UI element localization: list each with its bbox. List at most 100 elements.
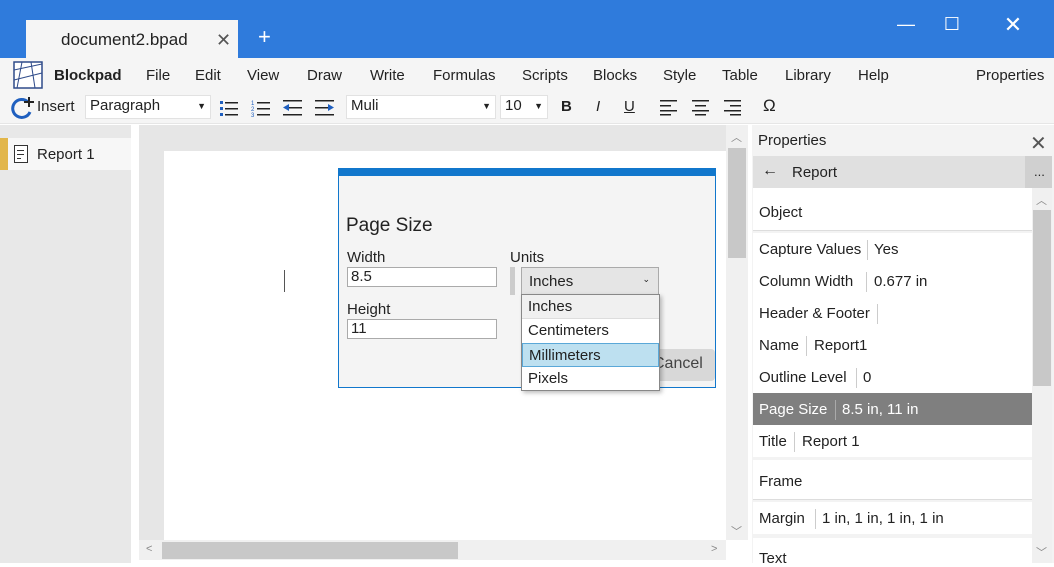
property-row-name[interactable]: Name Report1	[753, 329, 1032, 361]
scroll-right-icon[interactable]: >	[711, 543, 717, 555]
scroll-up-icon[interactable]: ︿	[1036, 192, 1047, 208]
vertical-scroll-thumb[interactable]	[728, 148, 746, 258]
section-object-label: Object	[759, 204, 803, 221]
outline-panel	[0, 125, 131, 563]
text-cursor	[284, 270, 285, 292]
property-row-page-size[interactable]: Page Size 8.5 in, 11 in	[753, 393, 1032, 425]
units-option-millimeters[interactable]: Millimeters	[522, 343, 659, 367]
insert-button[interactable]: Insert	[37, 98, 75, 115]
close-window-icon[interactable]: ✕	[1001, 12, 1025, 38]
units-selected-value: Inches	[529, 273, 574, 290]
units-label: Units	[510, 249, 545, 266]
menu-library[interactable]: Library	[785, 67, 831, 84]
menu-draw[interactable]: Draw	[307, 67, 342, 84]
font-select[interactable]: Muli ▼	[346, 95, 496, 119]
divider	[856, 368, 857, 388]
menu-bar: Blockpad File Edit View Draw Write Formu…	[0, 58, 1054, 92]
maximize-icon[interactable]: ☐	[940, 14, 964, 35]
properties-header: Properties	[758, 132, 827, 149]
divider	[877, 304, 878, 324]
font-size-select[interactable]: 10 ▼	[500, 95, 548, 119]
menu-style[interactable]: Style	[663, 67, 696, 84]
close-properties-icon[interactable]: ✕	[1030, 131, 1047, 156]
more-options-button[interactable]: ...	[1025, 156, 1052, 188]
active-marker	[0, 138, 8, 170]
property-row-margin[interactable]: Margin 1 in, 1 in, 1 in, 1 in	[753, 502, 1032, 534]
divider	[835, 400, 836, 420]
scroll-left-icon[interactable]: <	[146, 543, 152, 555]
align-left-icon[interactable]	[660, 100, 678, 116]
section-text: Text	[753, 538, 1032, 567]
chevron-down-icon: ▼	[534, 101, 543, 111]
minimize-icon[interactable]: —	[894, 14, 918, 35]
scroll-down-icon[interactable]: ﹀	[1036, 544, 1047, 560]
property-value: 8.5 in, 11 in	[842, 401, 919, 418]
menu-table[interactable]: Table	[722, 67, 758, 84]
property-value: 1 in, 1 in, 1 in, 1 in	[822, 510, 944, 527]
menu-scripts[interactable]: Scripts	[522, 67, 568, 84]
property-key: Margin	[759, 510, 805, 527]
paragraph-style-value: Paragraph	[90, 97, 161, 114]
document-tab[interactable]: document2.bpad ✕	[26, 20, 238, 58]
outline-item-report-1[interactable]: Report 1	[0, 138, 131, 170]
menu-edit[interactable]: Edit	[195, 67, 221, 84]
close-icon[interactable]: ✕	[216, 30, 231, 51]
align-right-icon[interactable]	[724, 100, 742, 116]
chevron-down-icon: ▼	[482, 101, 491, 111]
property-row-column-width[interactable]: Column Width 0.677 in	[753, 265, 1032, 297]
svg-text:3: 3	[251, 113, 255, 117]
section-frame: Frame	[753, 460, 1032, 500]
outdent-icon[interactable]	[283, 100, 303, 116]
units-option-centimeters[interactable]: Centimeters	[522, 319, 659, 343]
font-value: Muli	[351, 97, 379, 114]
horizontal-scroll-thumb[interactable]	[162, 542, 458, 559]
scroll-down-icon[interactable]: ﹀	[731, 523, 742, 539]
section-text-label: Text	[759, 550, 787, 567]
document-tab-title: document2.bpad	[61, 30, 188, 49]
units-marker	[510, 267, 515, 295]
units-dropdown-list: Inches Centimeters Millimeters Pixels	[521, 294, 660, 391]
menu-formulas[interactable]: Formulas	[433, 67, 496, 84]
outline-item-label: Report 1	[37, 146, 95, 163]
menu-write[interactable]: Write	[370, 67, 405, 84]
menu-view[interactable]: View	[247, 67, 279, 84]
dialog-title: Page Size	[346, 215, 433, 236]
scroll-up-icon[interactable]: ︿	[731, 129, 742, 145]
numbered-list-icon[interactable]: 1 2 3	[251, 99, 271, 117]
property-key: Header & Footer	[759, 305, 870, 322]
property-row-title[interactable]: Title Report 1	[753, 425, 1032, 457]
properties-object-title: Report	[792, 164, 838, 181]
menu-properties[interactable]: Properties	[976, 67, 1044, 84]
paragraph-style-select[interactable]: Paragraph ▼	[85, 95, 211, 119]
insert-icon[interactable]	[11, 96, 37, 120]
indent-icon[interactable]	[315, 100, 335, 116]
width-input[interactable]: 8.5	[347, 267, 497, 287]
units-select[interactable]: Inches ⌄	[521, 267, 659, 295]
property-value: 0	[863, 369, 872, 386]
omega-symbol-button[interactable]: Ω	[763, 96, 776, 116]
document-icon	[14, 145, 28, 163]
height-input[interactable]: 11	[347, 319, 497, 339]
property-row-capture-values[interactable]: Capture Values Yes	[753, 233, 1032, 265]
section-object: Object	[753, 188, 1032, 231]
back-arrow-icon[interactable]: ←	[762, 162, 778, 180]
property-row-outline-level[interactable]: Outline Level 0	[753, 361, 1032, 393]
menu-file[interactable]: File	[146, 67, 170, 84]
units-option-inches[interactable]: Inches	[522, 295, 659, 319]
toolbar: Insert Paragraph ▼ 1 2 3 Muli ▼ 10 ▼ B I…	[0, 92, 1054, 124]
font-size-value: 10	[505, 97, 522, 114]
menu-blocks[interactable]: Blocks	[593, 67, 637, 84]
italic-button[interactable]: I	[596, 98, 600, 115]
properties-scroll-thumb[interactable]	[1033, 210, 1051, 386]
divider	[815, 509, 816, 529]
property-row-header-footer[interactable]: Header & Footer	[753, 297, 1032, 329]
menu-help[interactable]: Help	[858, 67, 889, 84]
plus-icon[interactable]: +	[258, 26, 271, 48]
underline-button[interactable]: U	[624, 98, 635, 115]
bullet-list-icon[interactable]	[220, 100, 238, 116]
align-center-icon[interactable]	[692, 100, 710, 116]
property-key: Outline Level	[759, 369, 847, 386]
bold-button[interactable]: B	[561, 98, 572, 115]
divider	[866, 272, 867, 292]
units-option-pixels[interactable]: Pixels	[522, 367, 659, 391]
